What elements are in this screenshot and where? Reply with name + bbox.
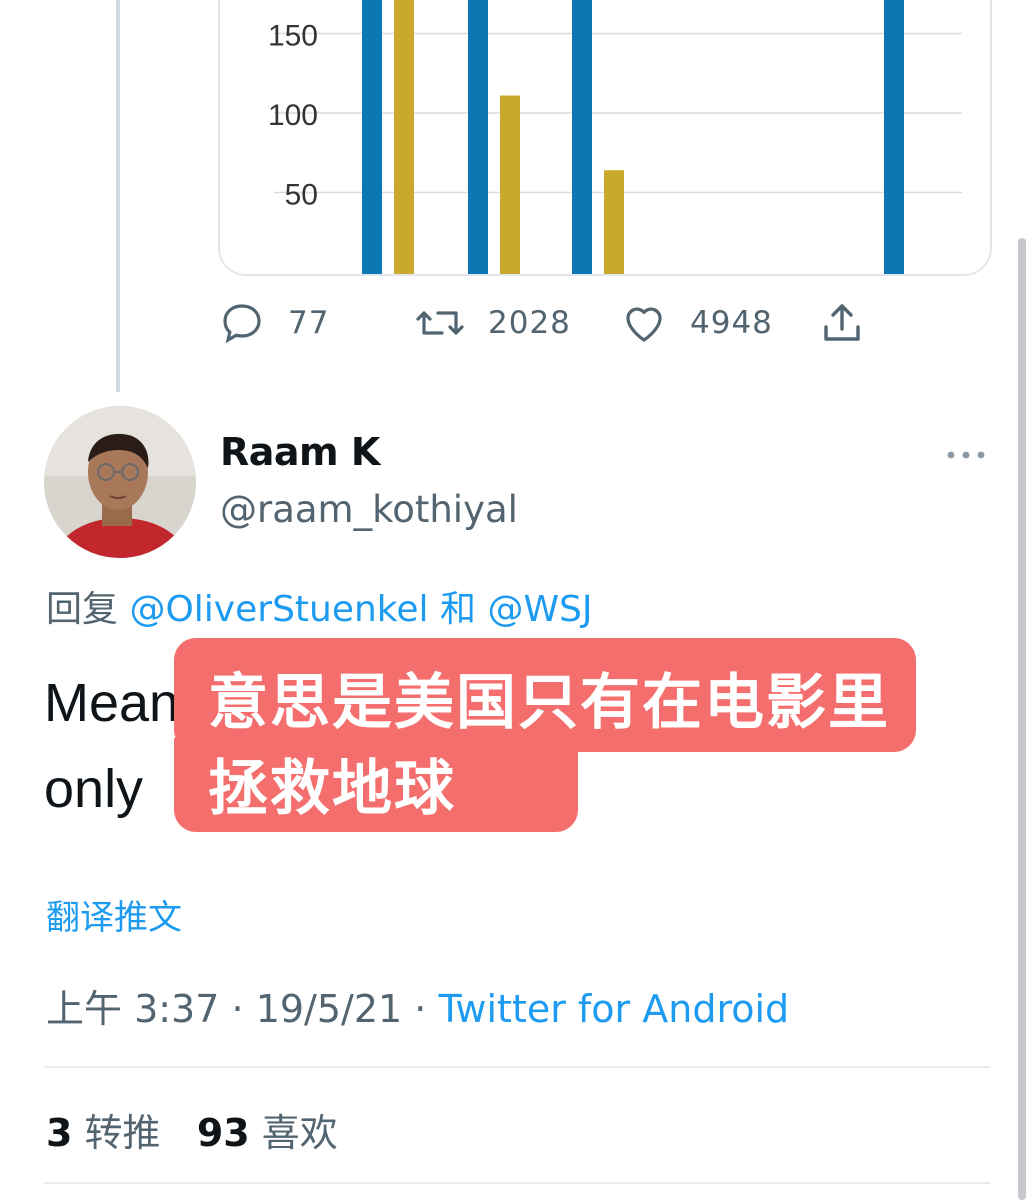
share-button[interactable] <box>818 296 866 350</box>
reply-prefix: 回复 <box>46 589 119 630</box>
reply-button[interactable]: 77 <box>218 296 329 350</box>
chart-bar <box>394 0 414 274</box>
tweet-action-bar: 77 2028 4948 <box>218 296 898 350</box>
retweet-count: 2028 <box>488 305 571 341</box>
tweet-time[interactable]: 上午 3:37 <box>46 987 219 1031</box>
tweet-source-link[interactable]: Twitter for Android <box>438 987 789 1031</box>
y-tick-label: 50 <box>285 179 318 212</box>
retweets-stat[interactable]: 3 转推 <box>46 1111 161 1155</box>
author-handle[interactable]: @raam_kothiyal <box>220 488 518 531</box>
caption-overlay: 意思是美国只有在电影里拯救地球 <box>174 638 916 832</box>
translate-tweet-link[interactable]: 翻译推文 <box>46 890 182 939</box>
tweet-date[interactable]: 19/5/21 <box>256 987 403 1031</box>
y-tick-label: 150 <box>268 20 318 53</box>
replying-to: 回复 @OliverStuenkel 和 @WSJ <box>46 580 593 632</box>
more-dots-icon <box>947 451 985 459</box>
likes-stat-label: 喜欢 <box>261 1111 338 1155</box>
caption-text: 意思是美国只有在电影里拯救地球 <box>208 668 890 824</box>
y-tick-label: 100 <box>268 99 318 132</box>
like-count: 4948 <box>690 305 773 341</box>
chart-bar <box>500 95 520 274</box>
meta-separator: · <box>414 987 427 1031</box>
like-button[interactable]: 4948 <box>620 296 773 350</box>
reply-mention-wsj[interactable]: @WSJ <box>487 589 592 630</box>
chart-bar <box>884 0 904 274</box>
engagement-stats: 3 转推 93 喜欢 <box>46 1102 338 1157</box>
avatar-photo <box>44 406 196 558</box>
chart-bar <box>468 0 488 274</box>
avatar[interactable] <box>44 406 196 558</box>
chart-bar <box>604 170 624 274</box>
heart-icon <box>620 299 668 347</box>
retweet-icon <box>414 299 466 347</box>
embedded-chart-card[interactable]: 20015010050 <box>218 0 992 276</box>
likes-stat[interactable]: 93 喜欢 <box>197 1111 338 1155</box>
likes-stat-count: 93 <box>196 1111 250 1155</box>
chart-bar <box>362 0 382 274</box>
retweet-button[interactable]: 2028 <box>414 296 571 350</box>
reply-count: 77 <box>288 305 330 341</box>
more-options-button[interactable] <box>944 440 988 470</box>
divider <box>44 1066 990 1068</box>
thread-connector-line <box>116 0 120 392</box>
reply-icon <box>218 299 266 347</box>
chart-bar <box>572 0 592 274</box>
share-icon <box>818 299 866 347</box>
reply-and: 和 <box>439 589 476 630</box>
divider <box>44 1182 990 1184</box>
meta-separator: · <box>231 987 244 1031</box>
reply-mention-oliverstuenkel[interactable]: @OliverStuenkel <box>129 589 428 630</box>
scrollbar[interactable] <box>1018 238 1026 1200</box>
retweets-stat-label: 转推 <box>84 1111 161 1155</box>
tweet-metadata: 上午 3:37 · 19/5/21 · Twitter for Android <box>46 978 789 1033</box>
retweets-stat-count: 3 <box>46 1111 73 1155</box>
bar-chart: 20015010050 <box>268 0 962 274</box>
author-name[interactable]: Raam K <box>220 430 380 474</box>
